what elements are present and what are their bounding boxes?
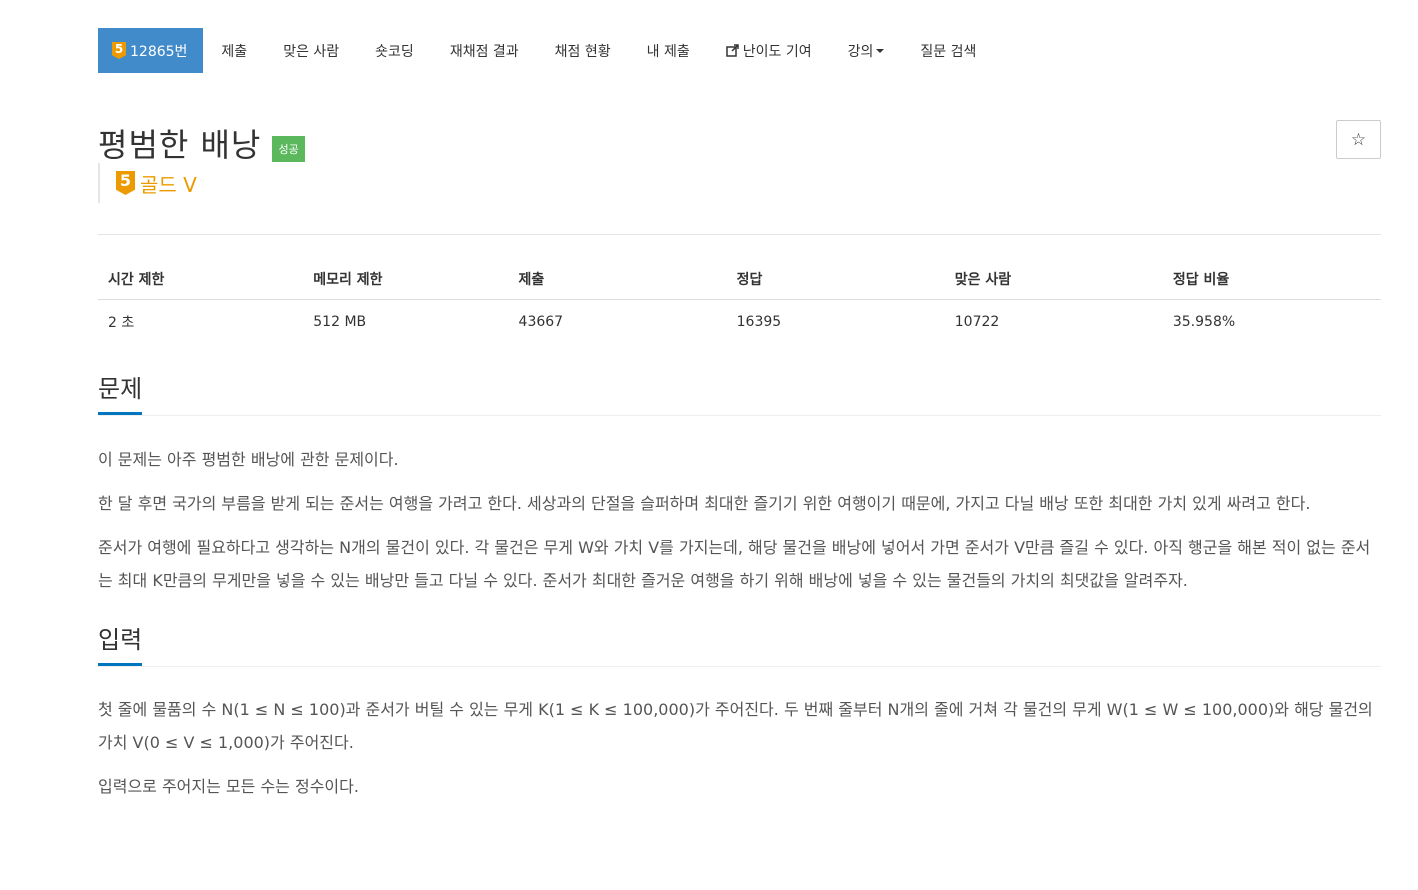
divider [98, 234, 1381, 235]
nav-judge-status-label: 채점 현황 [554, 43, 611, 60]
solved-users-value: 10722 [954, 314, 1000, 330]
nav-question-search-label: 질문 검색 [920, 43, 977, 60]
input-paragraph: 입력으로 주어지는 모든 수는 정수이다. [98, 777, 359, 796]
nav-rejudge-results-label: 재채점 결과 [449, 43, 519, 60]
accepted-value: 16395 [736, 314, 782, 330]
problem-paragraph: 이 문제는 아주 평범한 배낭에 관한 문제이다. [98, 450, 399, 469]
nav-lectures-dropdown[interactable]: 강의 [830, 28, 903, 73]
header-accept-ratio: 정답 비율 [1162, 257, 1381, 300]
nav-question-search[interactable]: 질문 검색 [902, 28, 994, 73]
accept-ratio-value: 35.958% [1172, 314, 1236, 330]
nav-short-coding-label: 숏코딩 [375, 43, 414, 60]
table-row: 2 초 512 MB 43667 16395 10722 35.958% [98, 300, 1381, 341]
problem-paragraph: 한 달 후면 국가의 부름을 받게 되는 준서는 여행을 가려고 한다. 세상과… [98, 494, 1311, 513]
main-container: 5 12865번 제출 맞은 사람 숏코딩 재채점 결과 채점 현황 내 제출 … [98, 28, 1381, 803]
time-limit-value: 2 초 [108, 315, 135, 331]
problem-nav: 5 12865번 제출 맞은 사람 숏코딩 재채점 결과 채점 현황 내 제출 … [98, 28, 1381, 73]
nav-rejudge-results[interactable]: 재채점 결과 [432, 28, 537, 73]
nav-my-submissions[interactable]: 내 제출 [629, 28, 708, 73]
header-memory-limit: 메모리 제한 [303, 257, 509, 300]
gold-tier-icon: 5 [112, 42, 126, 59]
input-description: 첫 줄에 물품의 수 N(1 ≤ N ≤ 100)과 준서가 버틸 수 있는 무… [98, 693, 1381, 803]
nav-my-submissions-label: 내 제출 [646, 43, 690, 60]
input-paragraph: 첫 줄에 물품의 수 N(1 ≤ N ≤ 100)과 준서가 버틸 수 있는 무… [98, 700, 1373, 752]
caret-down-icon [876, 48, 885, 53]
input-section-title: 입력 [98, 620, 143, 666]
problem-section-title: 문제 [98, 369, 143, 415]
nav-problem-number-label: 12865번 [130, 43, 188, 60]
problem-info-table: 시간 제한 메모리 제한 제출 정답 맞은 사람 정답 비율 2 초 512 M… [98, 257, 1381, 340]
gold-tier-icon: 5 [116, 171, 135, 195]
problem-paragraph: 준서가 여행에 필요하다고 생각하는 N개의 물건이 있다. 각 물건은 무게 … [98, 538, 1371, 590]
nav-solved-users-label: 맞은 사람 [283, 43, 340, 60]
nav-submit-label: 제출 [221, 43, 248, 60]
external-link-icon [726, 44, 739, 57]
problem-section-header: 문제 [98, 365, 1381, 416]
nav-lectures-label: 강의 [847, 43, 874, 60]
nav-short-coding[interactable]: 숏코딩 [357, 28, 432, 73]
favorite-button[interactable]: ☆ [1336, 120, 1381, 159]
nav-problem-number[interactable]: 5 12865번 [98, 28, 204, 73]
header-accepted: 정답 [726, 257, 945, 300]
submissions-value: 43667 [518, 314, 564, 330]
input-section-header: 입력 [98, 616, 1381, 667]
nav-solved-users[interactable]: 맞은 사람 [265, 28, 357, 73]
title-row: 평범한 배낭 성공 ☆ [98, 120, 1381, 164]
nav-submit[interactable]: 제출 [203, 28, 265, 73]
nav-difficulty-contribution-label: 난이도 기여 [742, 43, 812, 60]
memory-limit-value: 512 MB [313, 314, 367, 330]
header-solved-users: 맞은 사람 [944, 257, 1163, 300]
header-submissions: 제출 [508, 257, 727, 300]
star-icon: ☆ [1350, 129, 1367, 150]
table-header-row: 시간 제한 메모리 제한 제출 정답 맞은 사람 정답 비율 [98, 257, 1381, 300]
page-title: 평범한 배낭 [98, 126, 262, 164]
header-time-limit: 시간 제한 [98, 257, 304, 300]
status-badge: 성공 [272, 136, 305, 162]
tier-label[interactable]: 골드 V [140, 169, 197, 198]
problem-description: 이 문제는 아주 평범한 배낭에 관한 문제이다. 한 달 후면 국가의 부름을… [98, 443, 1381, 597]
tier-row: 5 골드 V [98, 163, 1381, 203]
nav-judge-status[interactable]: 채점 현황 [537, 28, 629, 73]
nav-difficulty-contribution[interactable]: 난이도 기여 [708, 28, 830, 73]
